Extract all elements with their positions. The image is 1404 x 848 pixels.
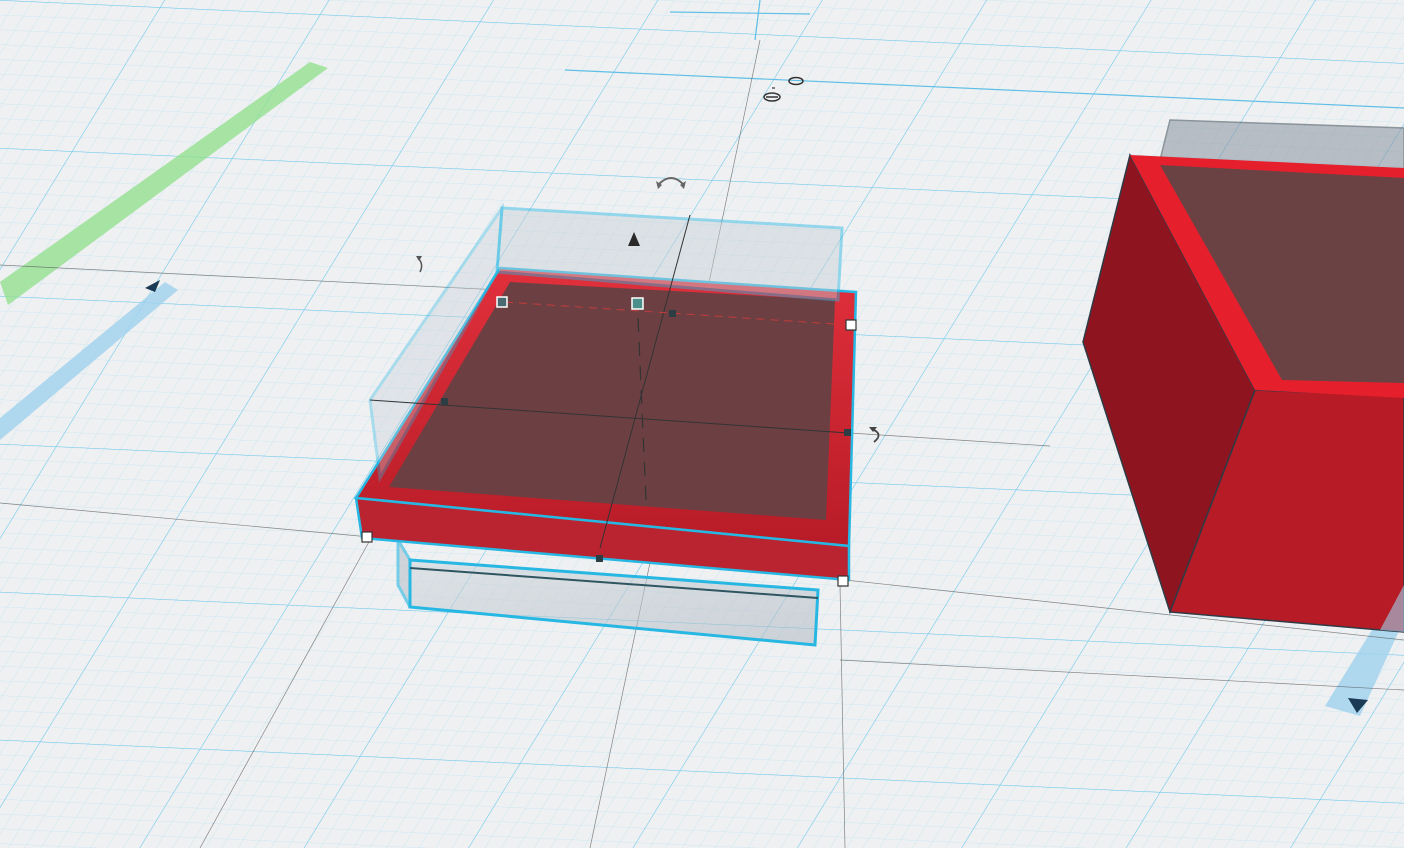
resize-handle-top-left[interactable] [496,296,508,308]
resize-handle-right-mid[interactable] [844,429,851,436]
resize-handle-top-right[interactable] [845,319,857,331]
resize-handle-left-mid[interactable] [441,398,448,405]
resize-handle-top-center[interactable] [631,297,644,310]
resize-handle-bottom-left[interactable] [361,531,373,543]
workplane-canvas[interactable] [0,0,1404,848]
resize-handle-bottom-right[interactable] [837,575,849,587]
resize-handle-top-mid[interactable] [669,310,676,317]
resize-handle-bottom-mid[interactable] [596,555,603,562]
